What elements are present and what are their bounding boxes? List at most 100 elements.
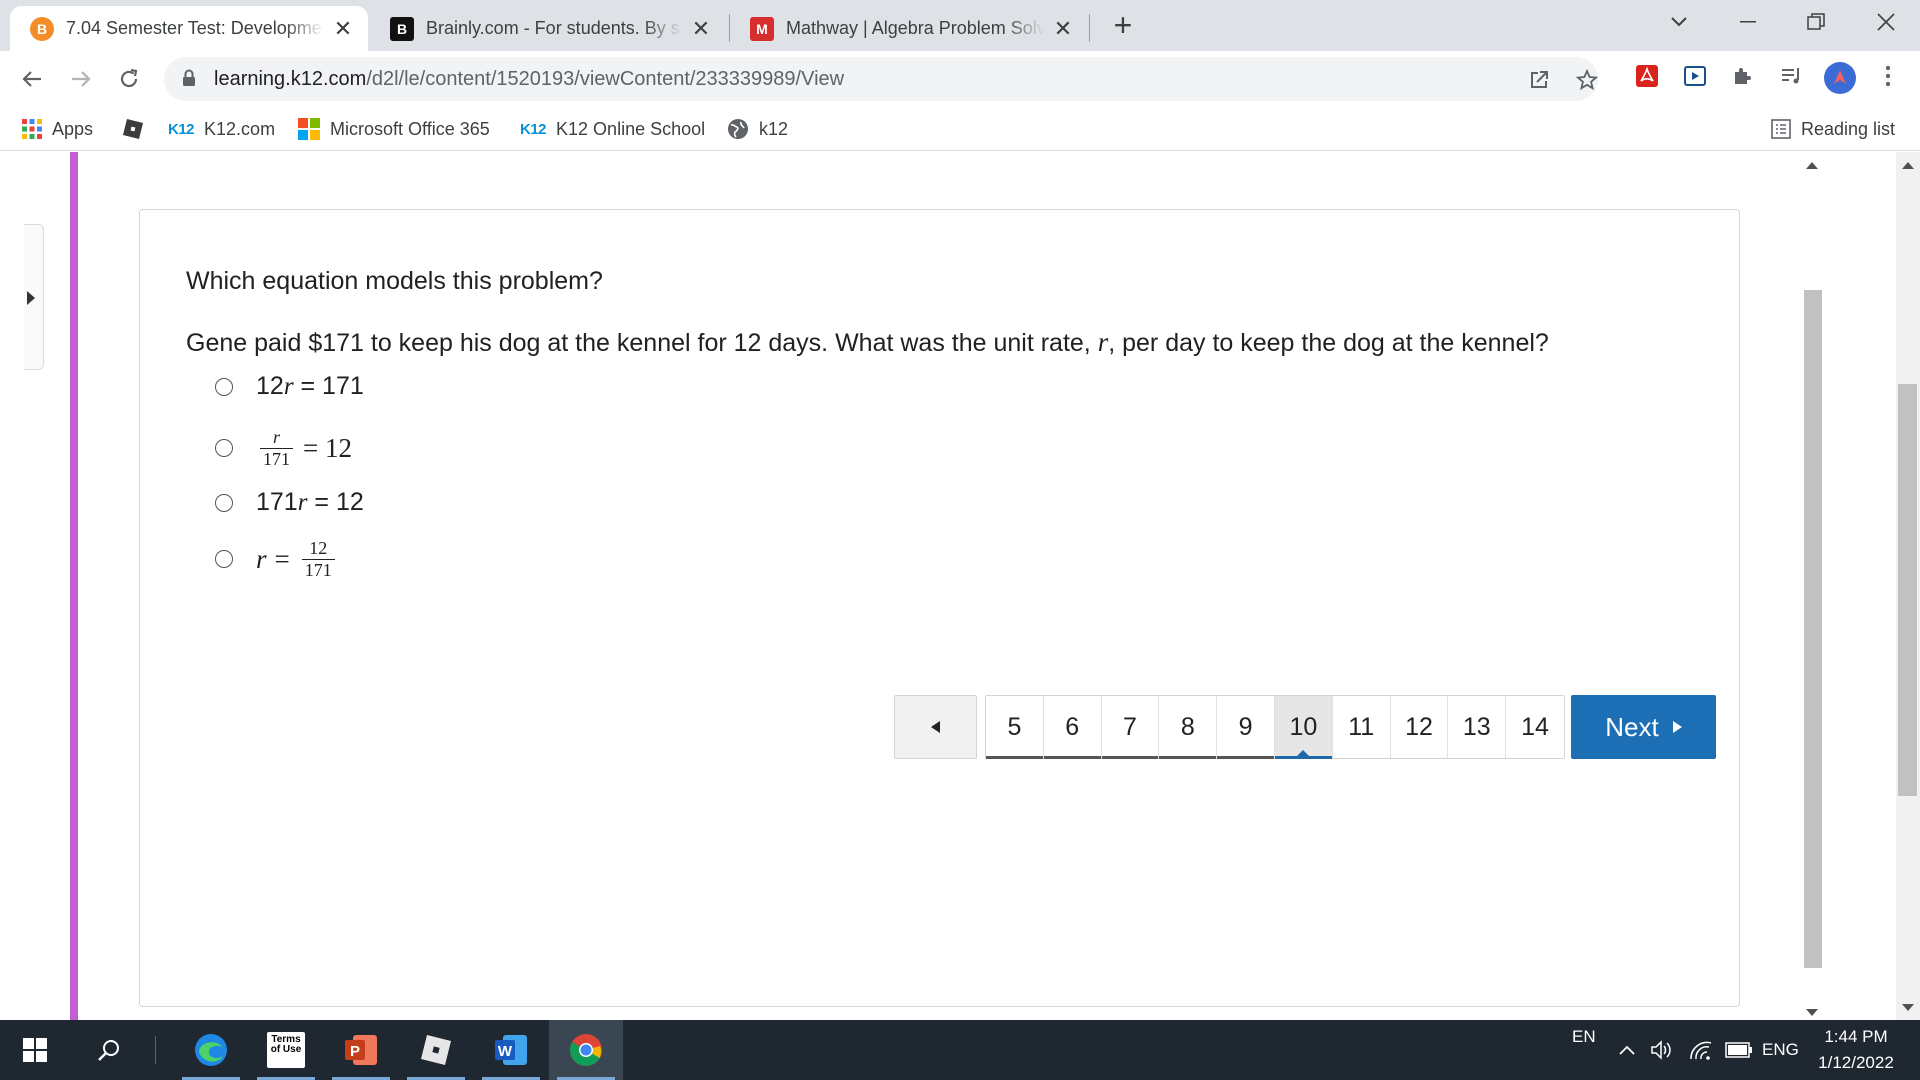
- bookmark-k12-online-school[interactable]: K12 K12 Online School: [520, 107, 705, 151]
- fraction-denominator: 171: [301, 558, 335, 580]
- answer-option-d[interactable]: r = 12 171: [215, 539, 339, 580]
- radio-button[interactable]: [215, 550, 233, 569]
- edge-app[interactable]: [174, 1020, 248, 1080]
- close-icon[interactable]: ✕: [332, 16, 354, 42]
- close-icon[interactable]: ✕: [690, 16, 712, 42]
- share-icon[interactable]: [1526, 67, 1552, 93]
- network-button[interactable]: [1688, 1020, 1714, 1080]
- page-button[interactable]: 11: [1332, 696, 1391, 758]
- tab-semester-test[interactable]: B 7.04 Semester Test: Development ✕: [10, 6, 368, 51]
- sidebar-toggle-button[interactable]: [24, 224, 44, 370]
- media-queue-icon[interactable]: [1777, 62, 1805, 90]
- bookmark-label: K12 Online School: [556, 118, 706, 139]
- option-text: 12: [256, 372, 284, 400]
- page-button[interactable]: 8: [1159, 696, 1218, 759]
- previous-button[interactable]: [894, 695, 977, 759]
- answer-option-b[interactable]: r 171 = 12: [215, 428, 352, 469]
- bookmark-roblox[interactable]: [122, 107, 154, 151]
- bookmark-office-365[interactable]: Microsoft Office 365: [298, 107, 490, 151]
- word-app[interactable]: W: [474, 1020, 548, 1080]
- scroll-down-icon[interactable]: [1902, 1004, 1914, 1011]
- close-icon[interactable]: ✕: [1052, 16, 1074, 42]
- bookmarks-bar: Apps K12 K12.com Microsoft Office 365 K1…: [0, 107, 1920, 151]
- clock-time: 1:44 PM: [1824, 1027, 1888, 1046]
- question-card: Which equation models this problem? Gene…: [139, 209, 1740, 1007]
- input-indicator[interactable]: EN: [1572, 1012, 1596, 1062]
- question-variable: r: [1097, 327, 1109, 357]
- content-scrollbar[interactable]: [1802, 152, 1822, 1020]
- language-indicator[interactable]: ENG: [1762, 1020, 1799, 1080]
- bookmark-star-icon[interactable]: [1574, 67, 1600, 93]
- page-button[interactable]: 5: [986, 696, 1044, 759]
- start-button[interactable]: [0, 1020, 70, 1080]
- close-window-button[interactable]: [1858, 0, 1914, 44]
- tab-title: 7.04 Semester Test: Development: [66, 18, 324, 38]
- question-text: Gene paid $171 to keep his dog at the ke…: [186, 327, 1549, 358]
- page-scrollbar[interactable]: [1896, 152, 1920, 1020]
- answer-option-a[interactable]: 12r = 171: [215, 372, 364, 401]
- reload-icon: [120, 68, 138, 88]
- scrollbar-thumb[interactable]: [1804, 290, 1822, 968]
- volume-button[interactable]: [1650, 1020, 1674, 1080]
- tab-search-button[interactable]: [1651, 0, 1707, 44]
- scroll-down-icon[interactable]: [1806, 1009, 1818, 1016]
- search-button[interactable]: [72, 1020, 146, 1080]
- page-button[interactable]: 6: [1043, 696, 1102, 759]
- terms-of-use-app[interactable]: Terms of Use: [249, 1020, 323, 1080]
- input-lang-label: EN: [1572, 1027, 1596, 1046]
- fraction-numerator: 12: [309, 538, 328, 558]
- terms-of-use-icon: Terms of Use: [267, 1032, 305, 1068]
- clock-date: 1/12/2022: [1818, 1053, 1894, 1072]
- extensions-puzzle-icon[interactable]: [1729, 62, 1757, 90]
- reading-list-label: Reading list: [1801, 118, 1896, 139]
- bookmark-k12[interactable]: k12: [727, 107, 788, 151]
- new-tab-button[interactable]: +: [1106, 8, 1140, 42]
- page-button[interactable]: 13: [1448, 696, 1507, 758]
- chrome-app[interactable]: [549, 1020, 623, 1080]
- more-menu-icon[interactable]: [1874, 62, 1902, 90]
- battery-button[interactable]: [1725, 1020, 1753, 1080]
- chevron-up-icon: [1619, 1045, 1635, 1055]
- scroll-up-icon[interactable]: [1806, 162, 1818, 169]
- caret-right-icon: [1672, 721, 1682, 733]
- profile-avatar[interactable]: [1824, 62, 1856, 94]
- reading-list-button[interactable]: Reading list: [1771, 107, 1895, 151]
- restore-button[interactable]: [1788, 0, 1844, 44]
- next-button[interactable]: Next: [1571, 695, 1716, 759]
- media-player-icon[interactable]: [1681, 62, 1709, 90]
- radio-button[interactable]: [215, 377, 233, 396]
- bookmark-apps[interactable]: Apps: [22, 107, 93, 151]
- forward-button[interactable]: [65, 63, 97, 95]
- scroll-up-icon[interactable]: [1902, 162, 1914, 169]
- fraction: 12 171: [301, 538, 335, 580]
- reload-button[interactable]: [113, 63, 145, 95]
- roblox-app[interactable]: [399, 1020, 473, 1080]
- tab-title: Mathway | Algebra Problem Solver: [786, 18, 1044, 38]
- bookmark-k12-com[interactable]: K12 K12.com: [168, 107, 275, 151]
- page-button[interactable]: 12: [1390, 696, 1449, 758]
- caret-right-icon: [27, 291, 35, 305]
- option-label: 12r = 171: [256, 372, 364, 401]
- adobe-acrobat-icon[interactable]: [1633, 62, 1661, 90]
- option-text: = 12: [303, 432, 352, 463]
- radio-button[interactable]: [215, 493, 233, 512]
- apps-grid-icon: [22, 119, 42, 139]
- arrow-right-icon: [72, 71, 91, 87]
- address-bar[interactable]: learning.k12.com/d2l/le/content/1520193/…: [164, 57, 1598, 101]
- answer-option-c[interactable]: 171r = 12: [215, 488, 364, 517]
- page-button[interactable]: 14: [1506, 696, 1564, 758]
- powerpoint-app[interactable]: P: [324, 1020, 398, 1080]
- page-button[interactable]: 9: [1217, 696, 1275, 759]
- system-clock[interactable]: 1:44 PM 1/12/2022: [1806, 1024, 1906, 1076]
- back-button[interactable]: [16, 63, 48, 95]
- tab-mathway[interactable]: M Mathway | Algebra Problem Solver ✕: [730, 6, 1088, 51]
- language-label: ENG: [1762, 1040, 1799, 1059]
- page-button-current[interactable]: 10: [1274, 696, 1333, 759]
- tab-brainly[interactable]: B Brainly.com - For students. By student…: [370, 6, 726, 51]
- search-icon: [98, 1040, 119, 1061]
- radio-button[interactable]: [215, 439, 233, 458]
- scrollbar-thumb[interactable]: [1898, 384, 1917, 796]
- minimize-button[interactable]: [1720, 0, 1776, 44]
- show-hidden-icons[interactable]: [1618, 1020, 1636, 1080]
- page-button[interactable]: 7: [1101, 696, 1160, 759]
